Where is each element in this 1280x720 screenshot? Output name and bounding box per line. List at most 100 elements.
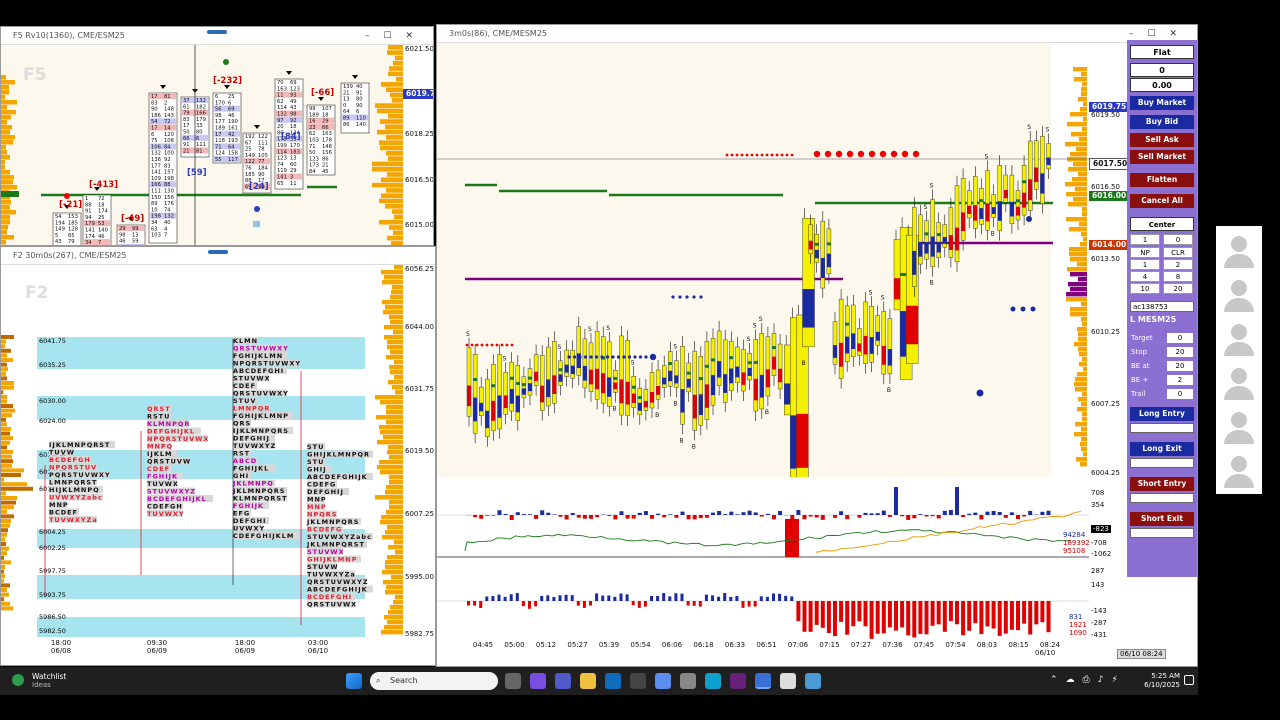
- quick-qty-button[interactable]: 1: [1130, 259, 1160, 270]
- volume-profile-bar: [1082, 392, 1087, 397]
- trading-app-icon[interactable]: [755, 673, 771, 689]
- long-entry-button[interactable]: Long Entry: [1130, 407, 1194, 421]
- start-button[interactable]: [346, 673, 362, 689]
- drag-handle[interactable]: [208, 250, 228, 254]
- volume-profile-bar: [1075, 187, 1087, 192]
- quick-qty-button[interactable]: 20: [1163, 283, 1193, 294]
- footprint-bid: 90: [151, 107, 158, 113]
- volume-bar: [564, 594, 568, 601]
- mes-price-plot[interactable]: SSSSSBSBSBBBSSSBBSSBSSBSBSS: [437, 43, 1089, 496]
- candle-delta: [479, 402, 484, 412]
- mes-indicator-1[interactable]: [437, 481, 1127, 559]
- search-box[interactable]: ⌕ Search: [370, 672, 498, 690]
- app-icon[interactable]: [780, 673, 796, 689]
- volume-profile-bar: [376, 415, 403, 420]
- quick-qty-button[interactable]: 4: [1130, 271, 1160, 282]
- copilot-app-icon[interactable]: [655, 673, 671, 689]
- center-button[interactable]: Center: [1130, 217, 1194, 231]
- buy-bid-button[interactable]: Buy Bid: [1130, 115, 1194, 129]
- sell-market-button[interactable]: Sell Market: [1130, 150, 1194, 164]
- app-icon[interactable]: [805, 673, 821, 689]
- volume-bar: [686, 601, 690, 606]
- mes-indicator-2[interactable]: [437, 561, 1089, 641]
- edge-icon[interactable]: [705, 673, 721, 689]
- file-explorer-icon[interactable]: [580, 673, 596, 689]
- sell-ask-button[interactable]: Sell Ask: [1130, 133, 1194, 147]
- volume-bar: [698, 601, 702, 607]
- task-view-icon[interactable]: [505, 673, 521, 689]
- footprint-ask: 90: [258, 172, 265, 178]
- volume-profile-bar: [1066, 292, 1087, 297]
- bracket-field-input[interactable]: 0: [1167, 333, 1193, 343]
- candle-delta: [656, 386, 661, 395]
- ind2-value: 1090: [1069, 629, 1087, 637]
- footprint-bid: 103: [151, 233, 161, 239]
- volume-profile-bar: [1, 90, 9, 95]
- f2-x-date: 06/09: [146, 647, 168, 655]
- flatten-button[interactable]: Flatten: [1130, 173, 1194, 187]
- copilot-icon[interactable]: [530, 673, 546, 689]
- outlook-icon[interactable]: [605, 673, 621, 689]
- notification-icon[interactable]: [1184, 675, 1194, 685]
- drag-handle[interactable]: [207, 30, 227, 34]
- quick-qty-button[interactable]: NP: [1130, 247, 1160, 258]
- f2-plot-area[interactable]: F2 6041.756035.256030.006024.006019.5060…: [1, 265, 403, 637]
- quick-qty-button[interactable]: 10: [1130, 283, 1160, 294]
- volume-profile-bar: [1, 408, 15, 413]
- delta-bar: [924, 515, 929, 517]
- system-tray[interactable]: ⌃☁⎙♪⚡: [1050, 675, 1126, 685]
- f5-titlebar[interactable]: F5 Rv10(1360), CME/ESM25 –☐✕: [1, 27, 433, 45]
- mes-tick: 6013.50: [1091, 255, 1120, 263]
- quick-qty-button[interactable]: CLR: [1163, 247, 1193, 258]
- window-controls[interactable]: –☐✕: [365, 27, 427, 45]
- signal-dot: [879, 150, 887, 158]
- delta-bar: [491, 515, 496, 516]
- f5-tick: 6021.50: [405, 45, 434, 53]
- quick-qty-button[interactable]: 8: [1163, 271, 1193, 282]
- candle-vwap-cross: [637, 396, 642, 400]
- quick-qty-button[interactable]: 2: [1163, 259, 1193, 270]
- mes-titlebar[interactable]: 3m0s(86), CME/MESM25 –☐✕: [437, 25, 1197, 43]
- candle-delta: [662, 377, 667, 385]
- footprint-bid: 124: [215, 151, 226, 157]
- cancel-all-button[interactable]: Cancel All: [1130, 194, 1194, 208]
- f2-tick: 5995.00: [405, 573, 434, 581]
- signal-dot: [775, 153, 779, 157]
- visual-studio-icon[interactable]: [730, 673, 746, 689]
- footprint-bid: 194: [55, 220, 66, 226]
- delta-bar: [735, 514, 740, 515]
- openai-icon[interactable]: [630, 673, 646, 689]
- photos-icon[interactable]: [680, 673, 696, 689]
- footprint-bid: 70: [277, 80, 284, 86]
- quantity-input[interactable]: 1: [1130, 234, 1160, 245]
- volume-profile-bar: [1, 486, 33, 491]
- delta-bar: [515, 512, 520, 515]
- long-exit-button[interactable]: Long Exit: [1130, 442, 1194, 456]
- bracket-field-input[interactable]: 2: [1167, 375, 1193, 385]
- quantity-right[interactable]: 0: [1163, 234, 1193, 245]
- short-exit-button[interactable]: Short Exit: [1130, 512, 1194, 526]
- account-select[interactable]: ac138753: [1130, 301, 1194, 312]
- short-entry-button[interactable]: Short Entry: [1130, 477, 1194, 491]
- teams-icon[interactable]: [555, 673, 571, 689]
- short-exit-select[interactable]: [1130, 528, 1194, 538]
- bracket-field-input[interactable]: 0: [1167, 389, 1193, 399]
- buy-market-button[interactable]: Buy Market: [1130, 96, 1194, 110]
- signal-letter: S: [1027, 124, 1031, 131]
- long-entry-select[interactable]: [1130, 423, 1194, 433]
- bracket-field-input[interactable]: 20: [1167, 347, 1193, 357]
- widgets-button[interactable]: Watchlist Ideas: [10, 671, 80, 691]
- bracket-field-input[interactable]: 20: [1167, 361, 1193, 371]
- account-value: ac138753: [1133, 303, 1168, 311]
- delta-bar: [875, 513, 880, 515]
- clock[interactable]: 5:25 AM 6/10/2025: [1144, 672, 1180, 690]
- candle-vwap-cross: [711, 358, 715, 362]
- long-exit-select[interactable]: [1130, 458, 1194, 468]
- signal-dot: [857, 150, 865, 158]
- footprint-bid: 118: [215, 138, 225, 144]
- candle-vwap-cross: [826, 242, 831, 246]
- short-entry-select[interactable]: [1130, 493, 1194, 503]
- f2-titlebar[interactable]: F2 30m0s(267), CME/ESM25: [1, 247, 435, 265]
- f5-plot-area[interactable]: F5 5415319418514912856543791475317288189…: [1, 45, 403, 245]
- candle-delta: [979, 208, 984, 220]
